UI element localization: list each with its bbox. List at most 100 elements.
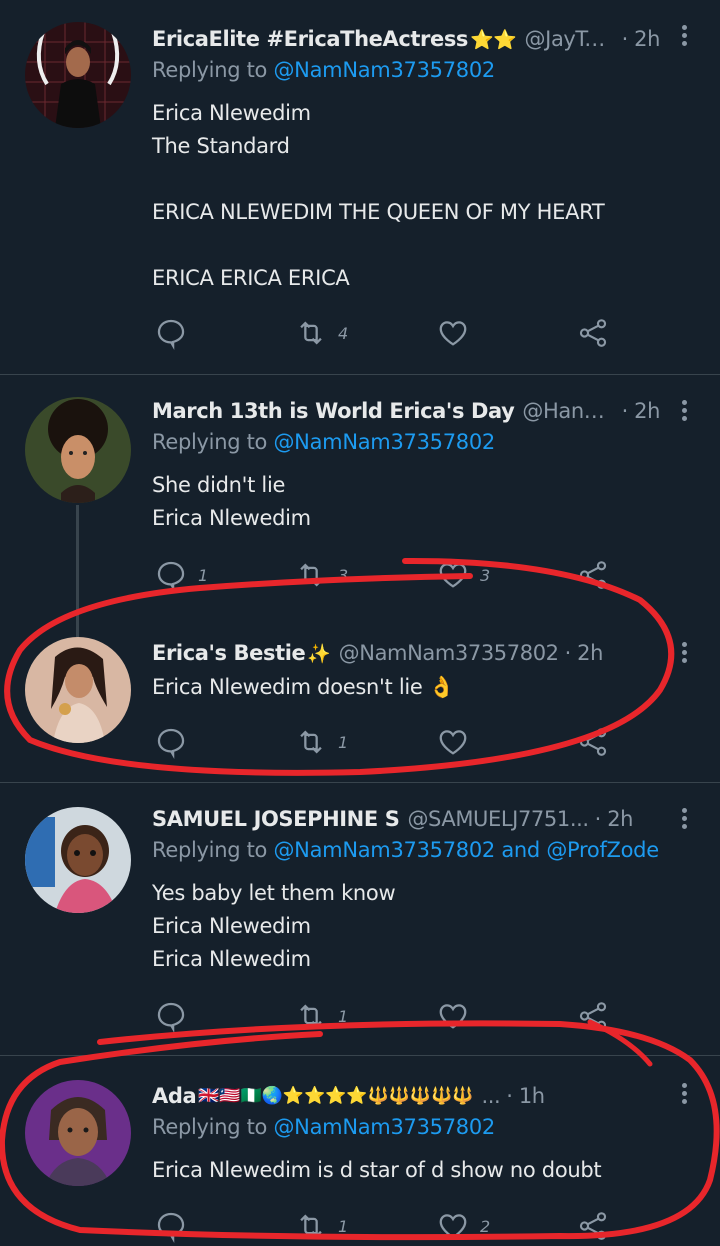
timestamp[interactable]: · 2h (595, 807, 634, 831)
user-handle[interactable]: @Hanniel... (522, 399, 615, 423)
reply-and: and (501, 838, 540, 862)
tweet-text: Yes baby let them know Erica Nlewedim Er… (152, 881, 396, 971)
tweet-text: Erica Nlewedim is d star of d show no do… (152, 1158, 602, 1182)
tweet-header: SAMUEL JOSEPHINE S @SAMUELJ7751... · 2h (152, 802, 660, 836)
like-count: 2 (480, 1216, 491, 1236)
like-button[interactable] (436, 996, 470, 1036)
retweet-count: 3 (338, 565, 349, 585)
retweet-icon (300, 730, 322, 754)
tweet-actions: 1 2 (152, 1206, 622, 1246)
avatar[interactable] (25, 637, 131, 743)
replying-to: Replying to @NamNam37357802 and @ProfZod… (152, 838, 659, 862)
name-emoji: 🇬🇧🇱🇷🇳🇬🌏⭐⭐⭐⭐🔱🔱🔱🔱🔱 (198, 1086, 474, 1106)
more-options-icon[interactable] (680, 1080, 688, 1108)
retweet-icon (300, 321, 322, 345)
reply-icon (157, 561, 185, 592)
tweet-header: EricaElite #EricaTheActress ⭐⭐ @JayTe...… (152, 22, 660, 56)
retweet-count: 1 (338, 1216, 349, 1236)
retweet-button[interactable]: 1 (294, 1206, 348, 1246)
display-name[interactable]: Ada (152, 1084, 197, 1108)
display-name[interactable]: SAMUEL JOSEPHINE S (152, 807, 400, 831)
timestamp[interactable]: · 2h (565, 641, 604, 665)
timestamp[interactable]: · 2h (622, 399, 660, 423)
reply-count: 1 (198, 565, 209, 585)
display-name[interactable]: March 13th is World Erica's Day (152, 399, 515, 423)
reply-button[interactable] (154, 722, 188, 762)
reply-button[interactable] (154, 313, 188, 353)
avatar[interactable] (25, 1080, 131, 1186)
retweet-icon (300, 1214, 322, 1238)
share-button[interactable] (576, 313, 610, 353)
like-count: 3 (480, 565, 491, 585)
user-handle[interactable]: @JayTe... (525, 27, 616, 51)
mention-link[interactable]: @NamNam37357802 (273, 430, 495, 454)
user-handle[interactable]: @SAMUELJ7751... (407, 807, 588, 831)
avatar[interactable] (25, 22, 131, 128)
tweet-actions: 4 (152, 313, 622, 353)
replying-to: Replying to @NamNam37357802 (152, 430, 495, 454)
retweet-icon (300, 1004, 322, 1028)
display-name[interactable]: Erica's Bestie (152, 641, 306, 665)
tweet-text: Erica Nlewedim The Standard ERICA NLEWED… (152, 101, 605, 290)
more-options-icon[interactable] (680, 397, 688, 425)
retweet-button[interactable]: 3 (294, 555, 348, 595)
tweet-3[interactable]: Erica's Bestie ✨ @NamNam37357802 · 2h Er… (0, 605, 720, 782)
heart-icon (439, 1004, 467, 1029)
retweet-icon (300, 563, 322, 587)
share-button[interactable] (576, 996, 610, 1036)
more-options-icon[interactable] (680, 805, 688, 833)
mention-link[interactable]: @NamNam37357802 (273, 1115, 495, 1139)
retweet-count: 1 (338, 732, 349, 752)
name-emoji: ✨ (307, 642, 331, 665)
more-options-icon[interactable] (680, 22, 688, 50)
mention-link[interactable]: @NamNam37357802 (273, 838, 495, 862)
user-handle[interactable]: ... (481, 1084, 500, 1108)
tweet-5[interactable]: Ada 🇬🇧🇱🇷🇳🇬🌏⭐⭐⭐⭐🔱🔱🔱🔱🔱 ... · 1h Replying t… (0, 1056, 720, 1243)
like-button[interactable]: 3 (436, 555, 490, 595)
tweet-4[interactable]: SAMUEL JOSEPHINE S @SAMUELJ7751... · 2h … (0, 783, 720, 1055)
mention-link[interactable]: @NamNam37357802 (273, 58, 495, 82)
timestamp[interactable]: · 2h (622, 27, 660, 51)
reply-button[interactable] (154, 1206, 188, 1246)
retweet-button[interactable]: 4 (294, 313, 348, 353)
avatar[interactable] (25, 397, 131, 503)
more-options-icon[interactable] (680, 639, 688, 667)
tweet-1[interactable]: EricaElite #EricaTheActress ⭐⭐ @JayTe...… (0, 0, 720, 375)
reply-icon (157, 1212, 185, 1243)
tweet-text: She didn't lie Erica Nlewedim (152, 473, 311, 530)
tweet-actions: 1 3 3 (152, 555, 622, 595)
reply-icon (157, 1002, 185, 1033)
avatar[interactable] (25, 807, 131, 913)
like-button[interactable] (436, 722, 470, 762)
name-emoji: ⭐⭐ (470, 28, 517, 51)
replying-to: Replying to @NamNam37357802 (152, 58, 495, 82)
tweet-header: Ada 🇬🇧🇱🇷🇳🇬🌏⭐⭐⭐⭐🔱🔱🔱🔱🔱 ... · 1h (152, 1079, 660, 1113)
share-icon (579, 1002, 607, 1030)
retweet-count: 1 (338, 1006, 349, 1026)
retweet-button[interactable]: 1 (294, 996, 348, 1036)
display-name[interactable]: EricaElite #EricaTheActress (152, 27, 468, 51)
share-button[interactable] (576, 555, 610, 595)
retweet-button[interactable]: 1 (294, 722, 348, 762)
tweet-actions: 1 (152, 722, 622, 762)
like-button[interactable]: 2 (436, 1206, 490, 1246)
timestamp[interactable]: · 1h (506, 1084, 545, 1108)
like-button[interactable] (436, 313, 470, 353)
share-button[interactable] (576, 722, 610, 762)
tweet-2[interactable]: March 13th is World Erica's Day @Hanniel… (0, 375, 720, 605)
replying-to: Replying to @NamNam37357802 (152, 1115, 495, 1139)
share-icon (579, 561, 607, 589)
share-button[interactable] (576, 1206, 610, 1246)
user-handle[interactable]: @NamNam37357802 (339, 641, 559, 665)
heart-icon (439, 563, 467, 588)
reply-button[interactable]: 1 (154, 555, 208, 595)
share-icon (579, 728, 607, 756)
heart-icon (439, 730, 467, 755)
reply-button[interactable] (154, 996, 188, 1036)
mention-link[interactable]: @ProfZode (546, 838, 659, 862)
reply-icon (157, 728, 185, 759)
share-icon (579, 319, 607, 347)
retweet-count: 4 (338, 323, 349, 343)
heart-icon (439, 1214, 467, 1239)
tweet-header: Erica's Bestie ✨ @NamNam37357802 · 2h (152, 636, 660, 670)
